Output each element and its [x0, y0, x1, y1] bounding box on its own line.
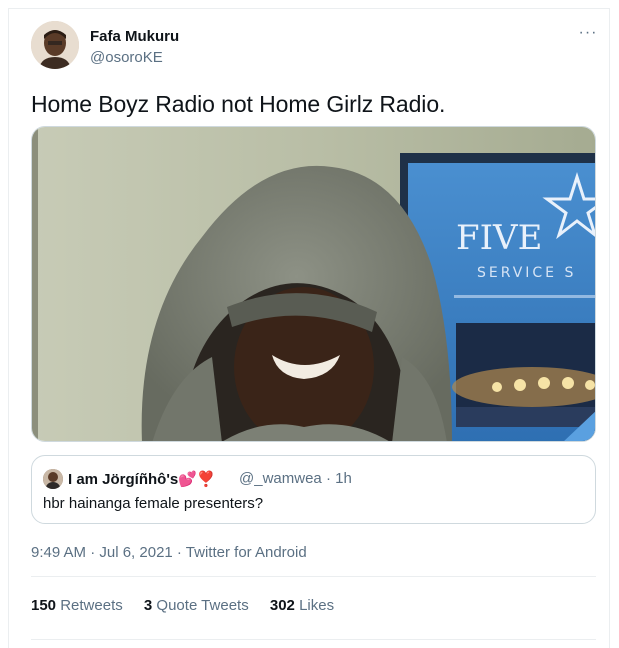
quote-tweets-label: Quote Tweets [156, 597, 249, 614]
quote-tweets-stat[interactable]: 3 Quote Tweets [144, 597, 249, 614]
quoted-text: hbr hainanga female presenters? [43, 495, 264, 512]
quoted-tweet[interactable]: I am Jörgíñhô's💕❣️ @_wamwea · 1h hbr hai… [31, 455, 596, 524]
sign-text-five: FIVE [456, 218, 542, 258]
tweet-text: Home Boyz Radio not Home Girlz Radio. [31, 91, 446, 117]
tweet-card: Fafa Mukuru @osoroKE ··· Home Boyz Radio… [8, 8, 610, 648]
quoted-avatar-photo [43, 469, 63, 489]
hooded-person-photo: FIVE SERVICE S [32, 127, 595, 441]
retweets-count: 150 [31, 597, 57, 614]
divider [31, 576, 596, 577]
quoted-avatar[interactable] [43, 469, 63, 489]
avatar[interactable] [31, 21, 79, 69]
quoted-author-meta: @_wamwea · 1h [239, 470, 352, 487]
engagement-stats: 150 Retweets 3 Quote Tweets 302 Likes [31, 597, 351, 614]
likes-label: Likes [299, 597, 335, 614]
quote-tweets-count: 3 [143, 597, 153, 614]
tweet-timestamp[interactable]: 9:49 AM · Jul 6, 2021 · Twitter for Andr… [31, 544, 307, 561]
more-options-icon[interactable]: ··· [575, 25, 601, 45]
likes-count: 302 [269, 597, 295, 614]
author-name[interactable]: Fafa Mukuru [90, 28, 179, 45]
quoted-author-handle[interactable]: @_wamwea [239, 470, 322, 487]
retweets-label: Retweets [60, 597, 123, 614]
likes-stat[interactable]: 302 Likes [270, 597, 334, 614]
sign-text-service: SERVICE S [477, 265, 576, 281]
retweets-stat[interactable]: 150 Retweets [31, 597, 123, 614]
tweet-image[interactable]: FIVE SERVICE S [31, 126, 596, 442]
divider [31, 639, 596, 640]
author-handle[interactable]: @osoroKE [90, 49, 163, 66]
quoted-time: · 1h [325, 470, 352, 487]
quoted-author-name[interactable]: I am Jörgíñhô's💕❣️ [68, 470, 216, 488]
avatar-photo [31, 21, 79, 69]
